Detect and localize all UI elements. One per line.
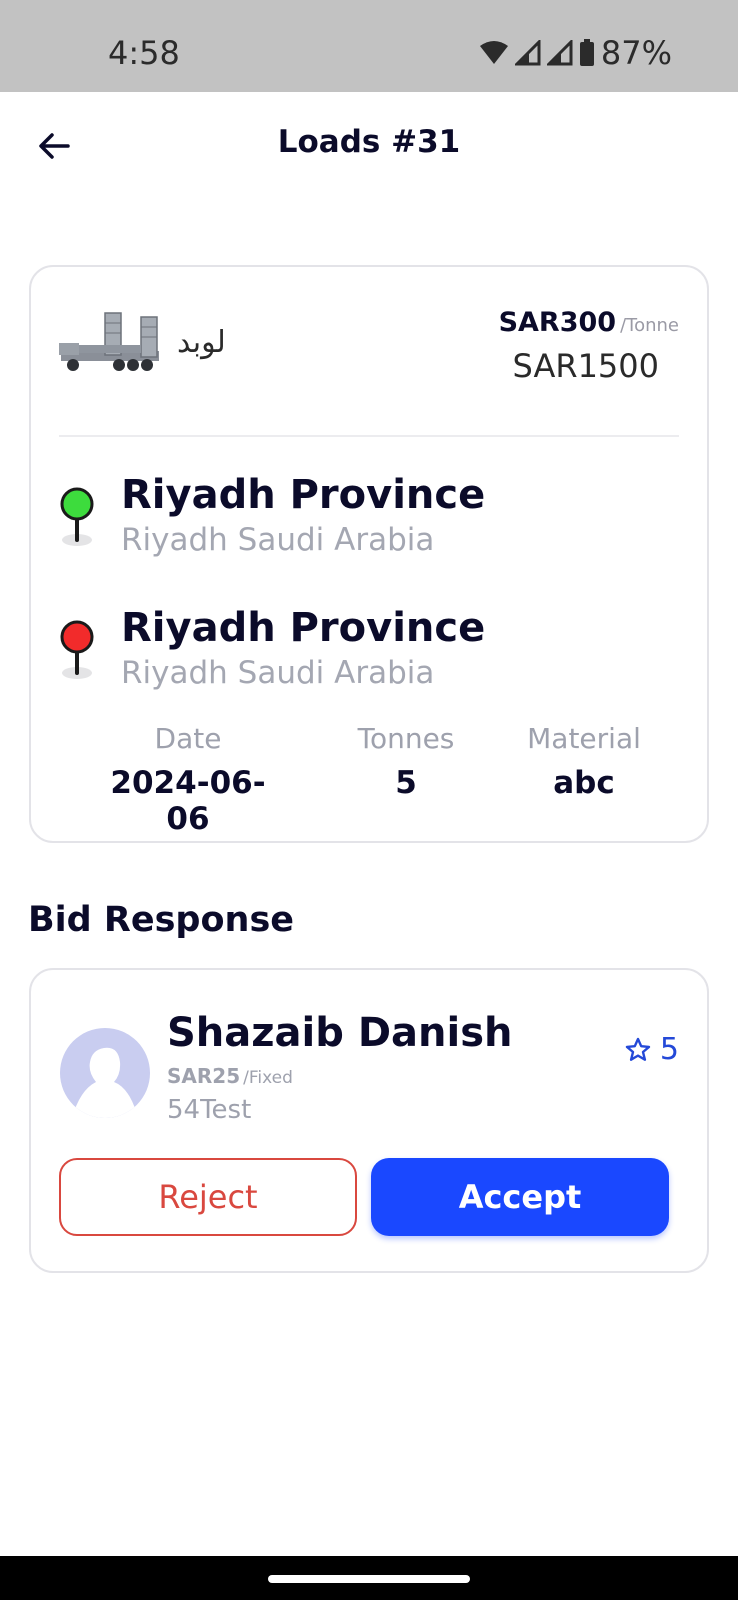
bid-price: SAR25/Fixed (167, 1064, 293, 1088)
pickup-subtitle: Riyadh Saudi Arabia (121, 522, 435, 558)
material-label: Material (527, 722, 641, 755)
stat-tonnes: Tonnes 5 (351, 722, 461, 801)
stat-date: Date 2024-06-06 (93, 722, 283, 837)
price-total: SAR1500 (512, 347, 659, 385)
material-value: abc (553, 765, 615, 801)
status-bar: 4:58 87% (0, 0, 738, 92)
bid-note: 54Test (167, 1095, 252, 1125)
stat-material: Material abc (519, 722, 649, 801)
battery-percent: 87% (600, 34, 672, 72)
tonnes-value: 5 (395, 765, 417, 801)
signal-icon-2 (546, 40, 573, 66)
bidder-name: Shazaib Danish (167, 1010, 513, 1056)
price-rate: SAR300/Tonne (499, 307, 679, 338)
load-stats: Date 2024-06-06 Tonnes 5 Material abc (31, 722, 711, 837)
load-card: لوبد SAR300/Tonne SAR1500 Riyadh Provinc… (29, 265, 709, 843)
status-time: 4:58 (108, 34, 180, 72)
bid-price-unit: /Fixed (243, 1068, 293, 1088)
truck-image (59, 312, 159, 371)
divider (59, 435, 679, 437)
truck-name: لوبد (177, 325, 226, 360)
pickup-location: Riyadh Province Riyadh Saudi Arabia (59, 472, 659, 572)
wifi-icon (479, 41, 508, 64)
dropoff-subtitle: Riyadh Saudi Arabia (121, 655, 435, 691)
user-avatar-icon (72, 1047, 138, 1118)
tonnes-label: Tonnes (357, 722, 455, 755)
bid-section-title: Bid Response (28, 900, 295, 940)
bidder-rating: 5 (624, 1032, 679, 1067)
reject-button[interactable]: Reject (59, 1158, 357, 1236)
dropoff-title: Riyadh Province (121, 605, 486, 651)
dropoff-location: Riyadh Province Riyadh Saudi Arabia (59, 605, 659, 705)
avatar (60, 1028, 150, 1118)
bid-card: Shazaib Danish SAR25/Fixed 54Test 5 Reje… (29, 968, 709, 1273)
pickup-title: Riyadh Province (121, 472, 486, 518)
signal-icon (514, 40, 541, 66)
green-pin-icon (60, 487, 94, 546)
page-title: Loads #31 (277, 124, 461, 160)
rating-value: 5 (659, 1032, 679, 1067)
rate-unit: /Tonne (620, 315, 679, 336)
date-label: Date (154, 722, 222, 755)
battery-icon (579, 39, 594, 66)
app-header: Loads #31 (0, 92, 738, 202)
date-value: 2024-06-06 (110, 765, 266, 837)
star-outline-icon (625, 1037, 651, 1061)
accept-button[interactable]: Accept (371, 1158, 669, 1236)
bid-price-amount: SAR25 (167, 1064, 241, 1088)
home-indicator[interactable] (268, 1575, 470, 1583)
status-icons: 87% (479, 34, 672, 72)
rate-amount: SAR300 (498, 307, 617, 338)
red-pin-icon (60, 620, 94, 679)
